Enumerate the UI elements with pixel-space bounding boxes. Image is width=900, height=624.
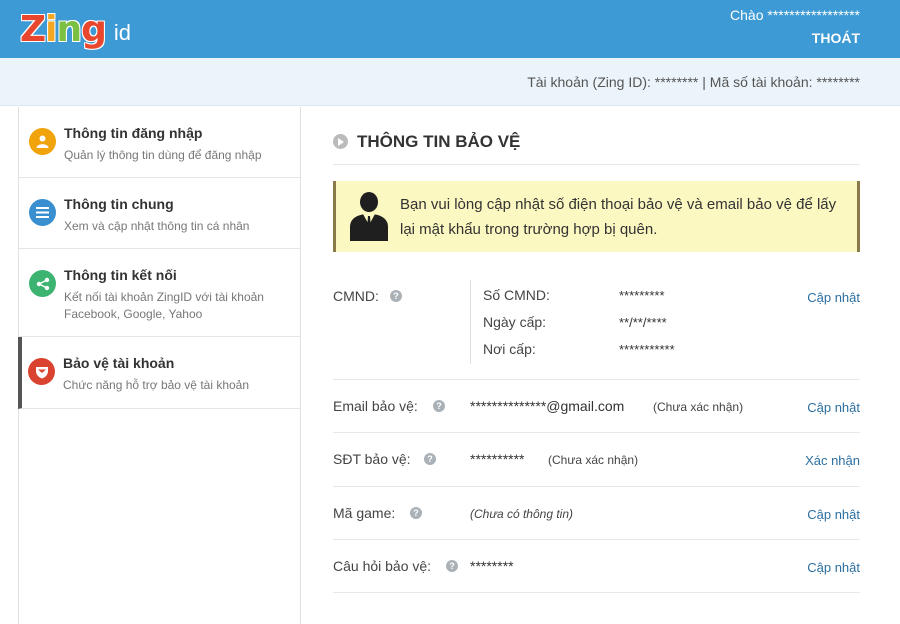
- sidebar-item-title: Thông tin đăng nhập: [64, 125, 203, 141]
- phone-verify-link[interactable]: Xác nhận: [805, 453, 860, 468]
- notice-box: Bạn vui lòng cập nhật số điện thoại bảo …: [333, 181, 860, 252]
- cmnd-label: CMND:: [333, 288, 379, 304]
- sidebar-item-connections[interactable]: Thông tin kết nối Kết nối tài khoản Zing…: [19, 249, 300, 337]
- businessman-icon: [348, 191, 390, 246]
- issue-place-value: ***********: [619, 342, 675, 357]
- phone-value: **********: [470, 451, 525, 467]
- notice-text: Bạn vui lòng cập nhật số điện thoại bảo …: [400, 196, 837, 238]
- sidebar-item-general-info[interactable]: Thông tin chung Xem và cập nhật thông ti…: [19, 178, 300, 249]
- sidebar: Thông tin đăng nhập Quản lý thông tin dù…: [18, 107, 301, 624]
- issue-date-label: Ngày cấp:: [483, 314, 547, 330]
- help-icon[interactable]: ?: [424, 453, 436, 465]
- play-circle-icon: [333, 134, 348, 149]
- issue-date-value: **/**/****: [619, 315, 667, 330]
- greeting-text: Chào *****************: [730, 7, 860, 23]
- game-code-status: (Chưa có thông tin): [470, 507, 573, 521]
- sidebar-item-title: Thông tin chung: [64, 196, 174, 212]
- phone-label: SĐT bảo vệ:: [333, 451, 411, 467]
- security-question-update-link[interactable]: Cập nhật: [807, 560, 860, 575]
- email-label: Email bảo vệ:: [333, 398, 418, 414]
- game-code-label: Mã game:: [333, 505, 396, 521]
- section-title: THÔNG TIN BẢO VỆ: [357, 132, 521, 151]
- phone-row: SĐT bảo vệ: ? ********** (Chưa xác nhận)…: [333, 433, 860, 487]
- email-update-link[interactable]: Cập nhật: [807, 400, 860, 415]
- security-question-label: Câu hỏi bảo vệ:: [333, 558, 432, 574]
- logo-letter: i: [45, 9, 57, 50]
- list-icon: [29, 199, 56, 226]
- sidebar-item-title: Bảo vệ tài khoản: [63, 355, 175, 371]
- share-icon: [29, 270, 56, 297]
- game-code-update-link[interactable]: Cập nhật: [807, 507, 860, 522]
- phone-status: (Chưa xác nhận): [548, 453, 639, 467]
- sidebar-item-account-protection[interactable]: Bảo vệ tài khoản Chức năng hỗ trợ bảo vệ…: [18, 337, 300, 409]
- cmnd-number-label: Số CMND:: [483, 287, 550, 303]
- security-question-value: ********: [470, 558, 514, 574]
- zing-id-logo[interactable]: Zing id: [20, 4, 131, 52]
- logout-link[interactable]: THOÁT: [812, 30, 860, 46]
- cmnd-row: CMND: ? Số CMND: ********* Ngày cấp: **/…: [333, 272, 860, 380]
- cmnd-details: Số CMND: ********* Ngày cấp: **/**/**** …: [470, 280, 710, 364]
- sidebar-item-title: Thông tin kết nối: [64, 267, 177, 283]
- top-header: Zing id Chào ***************** THOÁT: [0, 0, 900, 58]
- issue-place-label: Nơi cấp:: [483, 341, 536, 357]
- user-icon: [29, 128, 56, 155]
- sidebar-item-subtitle: Xem và cập nhật thông tin cá nhân: [64, 219, 250, 233]
- help-icon[interactable]: ?: [390, 290, 402, 302]
- email-row: Email bảo vệ: ? **************@gmail.com…: [333, 380, 860, 433]
- game-code-row: Mã game: ? (Chưa có thông tin) Cập nhật: [333, 487, 860, 540]
- account-id-text: Tài khoản (Zing ID): ******** | Mã số tà…: [527, 74, 860, 90]
- shield-icon: [28, 358, 55, 385]
- section-header: THÔNG TIN BẢO VỆ: [333, 107, 860, 165]
- email-status: (Chưa xác nhận): [653, 400, 744, 414]
- help-icon[interactable]: ?: [446, 560, 458, 572]
- help-icon[interactable]: ?: [433, 400, 445, 412]
- main-content: THÔNG TIN BẢO VỆ Bạn vui lòng cập nhật s…: [333, 107, 860, 593]
- logo-letter: Z: [20, 9, 46, 50]
- sidebar-item-subtitle: Kết nối tài khoản ZingID với tài khoản F…: [64, 290, 264, 321]
- sidebar-item-subtitle: Quản lý thông tin dùng để đăng nhập: [64, 148, 262, 162]
- logo-letter: g: [81, 9, 107, 50]
- sidebar-item-subtitle: Chức năng hỗ trợ bảo vệ tài khoản: [63, 378, 250, 392]
- email-value: **************@gmail.com: [470, 398, 625, 414]
- help-icon[interactable]: ?: [410, 507, 422, 519]
- cmnd-number-value: *********: [619, 288, 665, 303]
- account-info-bar: Tài khoản (Zing ID): ******** | Mã số tà…: [0, 58, 900, 106]
- logo-letter: n: [56, 9, 82, 50]
- cmnd-update-link[interactable]: Cập nhật: [807, 290, 860, 305]
- sidebar-item-login-info[interactable]: Thông tin đăng nhập Quản lý thông tin dù…: [19, 107, 300, 178]
- security-question-row: Câu hỏi bảo vệ: ? ******** Cập nhật: [333, 540, 860, 593]
- logo-suffix: id: [113, 20, 131, 45]
- logo-wordmark: Zing: [20, 8, 107, 52]
